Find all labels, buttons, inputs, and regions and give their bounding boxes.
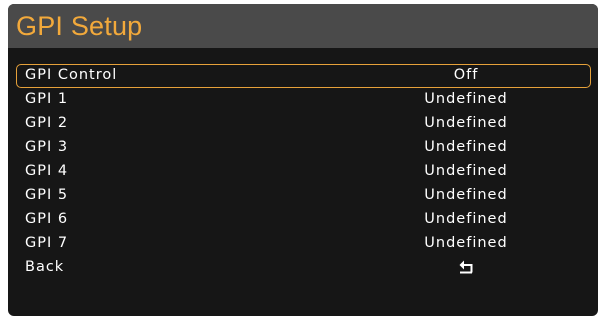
menu-item-value: Undefined [424,115,508,131]
menu-item-gpi-5[interactable]: GPI 5 Undefined [16,184,591,208]
menu-item-label: GPI 7 [25,235,69,251]
menu-item-value: Off [453,67,479,83]
menu-item-value: Undefined [424,91,508,107]
menu-item-gpi-1[interactable]: GPI 1 Undefined [16,88,591,112]
menu-item-gpi-3[interactable]: GPI 3 Undefined [16,136,591,160]
menu-item-label: GPI 2 [25,115,69,131]
menu-item-gpi-4[interactable]: GPI 4 Undefined [16,160,591,184]
menu-item-label: GPI 4 [25,163,69,179]
menu-item-value: Undefined [424,211,508,227]
menu-item-gpi-2[interactable]: GPI 2 Undefined [16,112,591,136]
menu-item-value: Undefined [424,163,508,179]
gpi-setup-panel: GPI Setup GPI Control Off GPI 1 Undefine… [8,4,598,316]
menu-item-label: GPI 6 [25,211,69,227]
menu-item-gpi-7[interactable]: GPI 7 Undefined [16,232,591,256]
back-arrow-icon[interactable] [341,258,591,274]
menu-item-value: Undefined [424,235,508,251]
menu-item-label: GPI 5 [25,187,69,203]
settings-menu: GPI Control Off GPI 1 Undefined GPI 2 Un… [8,64,598,280]
menu-item-label: GPI Control [25,67,118,83]
menu-item-label: Back [25,259,65,275]
header-bar: GPI Setup [8,4,598,48]
page-title: GPI Setup [16,10,143,41]
menu-item-gpi-control[interactable]: GPI Control Off [16,64,591,88]
menu-item-label: GPI 3 [25,139,69,155]
menu-item-value: Undefined [424,187,508,203]
menu-item-label: GPI 1 [25,91,69,107]
menu-item-gpi-6[interactable]: GPI 6 Undefined [16,208,591,232]
menu-item-back[interactable]: Back [16,256,591,280]
menu-item-value: Undefined [424,139,508,155]
